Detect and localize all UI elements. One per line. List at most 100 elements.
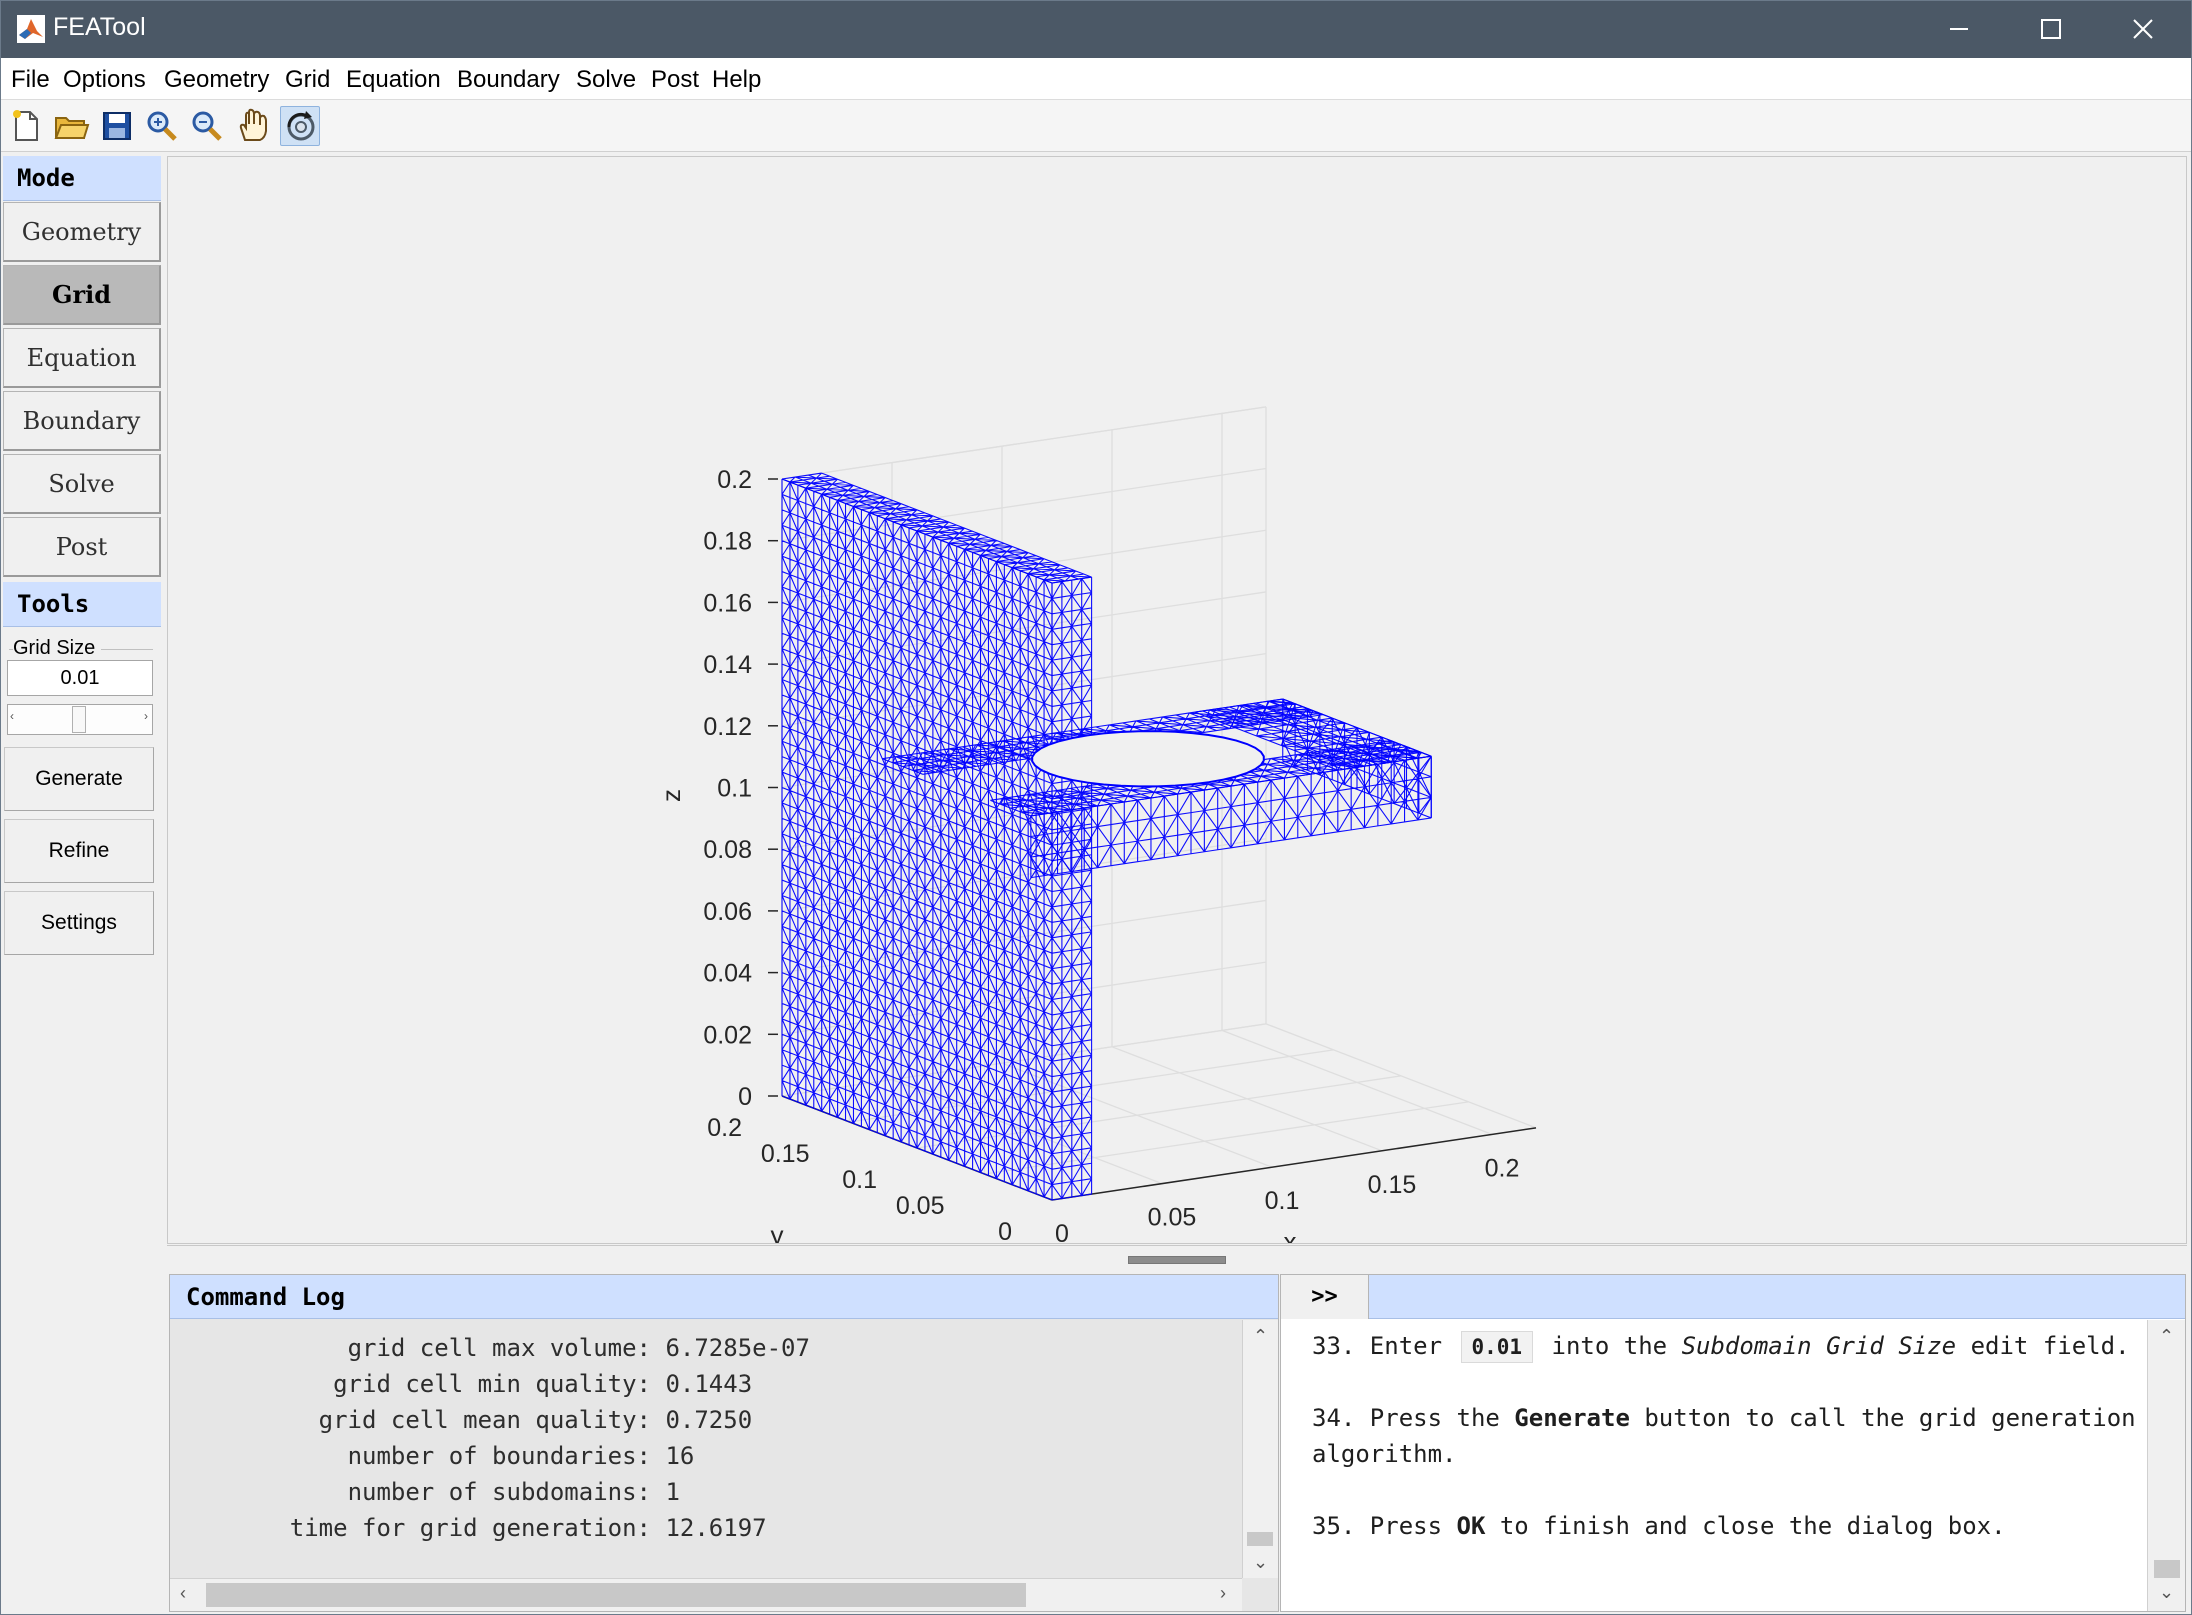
pan-hand-icon xyxy=(239,108,267,141)
scroll-down-icon[interactable]: ⌄ xyxy=(2159,1582,2174,1603)
mode-equation-button[interactable]: Equation xyxy=(3,328,161,388)
log-line: grid cell mean quality: 0.7250 xyxy=(170,1402,1242,1438)
mode-post-button[interactable]: Post xyxy=(3,517,161,577)
menu-post[interactable]: Post xyxy=(651,66,699,94)
command-log-vertical-scrollbar[interactable]: ⌃ ⌄ xyxy=(1242,1320,1278,1578)
new-button[interactable] xyxy=(6,106,46,146)
pan-button[interactable] xyxy=(233,106,273,146)
save-icon xyxy=(103,112,131,140)
help-vertical-scrollbar[interactable]: ⌃ ⌄ xyxy=(2147,1320,2185,1611)
x-tick-label: 0.05 xyxy=(1148,1204,1197,1232)
settings-button[interactable]: Settings xyxy=(4,891,154,955)
mode-solve-button[interactable]: Solve xyxy=(3,454,161,514)
scroll-down-icon[interactable]: ⌄ xyxy=(1253,1552,1268,1573)
scroll-thumb[interactable] xyxy=(2154,1560,2180,1578)
log-line: number of boundaries: 16 xyxy=(170,1438,1242,1474)
slider-thumb[interactable] xyxy=(72,706,86,733)
menu-geometry[interactable]: Geometry xyxy=(164,66,269,94)
z-tick-label: 0.18 xyxy=(703,528,752,556)
z-tick-label: 0.14 xyxy=(703,651,752,679)
mesh-3d-plot[interactable]: 0.2 0.18 0.16 0.14 0.12 0.1 0.08 0.06 0.04 0.02 0 0… xyxy=(168,157,2186,1243)
slider-right-arrow-icon[interactable]: › xyxy=(144,709,148,723)
window-title: FEATool xyxy=(53,13,146,41)
y-tick-label: 0.1 xyxy=(842,1166,877,1194)
help-header: >> xyxy=(1281,1275,2185,1319)
mode-boundary-button[interactable]: Boundary xyxy=(3,391,161,451)
menu-help[interactable]: Help xyxy=(712,66,761,94)
zoom-out-icon xyxy=(192,111,222,141)
command-log-text[interactable]: grid cell max volume: 6.7285e-07 grid cel… xyxy=(170,1320,1242,1578)
plate-side-mesh xyxy=(1051,576,1093,1201)
maximize-icon xyxy=(2041,19,2061,39)
help-step-34: 34. Press the Generate button to call th… xyxy=(1312,1400,2147,1472)
log-value: 0.7250 xyxy=(651,1406,753,1434)
zoom-out-button[interactable] xyxy=(187,106,227,146)
menu-equation[interactable]: Equation xyxy=(346,66,441,94)
menu-grid[interactable]: Grid xyxy=(285,66,330,94)
log-line: grid cell max volume: 6.7285e-07 xyxy=(170,1330,1242,1366)
minimize-icon xyxy=(1950,28,1968,30)
menu-solve[interactable]: Solve xyxy=(576,66,636,94)
log-label: grid cell min quality: xyxy=(333,1370,651,1398)
splitter-handle[interactable] xyxy=(1128,1256,1226,1264)
z-tick-label: 0.04 xyxy=(703,960,752,988)
grid-line xyxy=(916,1075,1402,1149)
help-emphasis: Subdomain Grid Size xyxy=(1681,1332,1957,1360)
arm-hole-rim xyxy=(1031,730,1265,788)
mode-geometry-button[interactable]: Geometry xyxy=(3,202,161,262)
refine-button[interactable]: Refine xyxy=(4,819,154,883)
log-value: 16 xyxy=(651,1442,695,1470)
command-log-title: Command Log xyxy=(170,1275,1278,1319)
toolbar xyxy=(1,100,2191,152)
log-value: 12.6197 xyxy=(651,1514,767,1542)
help-code-chip: 0.01 xyxy=(1460,1331,1534,1363)
z-tick-label: 0.1 xyxy=(717,775,752,803)
zoom-in-button[interactable] xyxy=(142,106,182,146)
open-button[interactable] xyxy=(51,106,91,146)
help-text[interactable]: 33. Enter 0.01 into the Subdomain Grid S… xyxy=(1281,1320,2147,1611)
help-text-part: to finish and close the dialog box. xyxy=(1499,1512,2006,1540)
log-label: time for grid generation: xyxy=(289,1514,651,1542)
menu-file[interactable]: File xyxy=(11,66,50,94)
menu-bar: File Options Geometry Grid Equation Boun… xyxy=(1,58,2191,100)
log-line: number of subdomains: 1 xyxy=(170,1474,1242,1510)
minimize-button[interactable] xyxy=(1913,1,2005,58)
grid-size-slider[interactable]: ‹ › xyxy=(7,704,153,735)
rotate-3d-button[interactable] xyxy=(280,106,320,146)
grid-size-input[interactable]: 0.01 xyxy=(7,660,153,696)
x-axis-label: x xyxy=(1284,1226,1297,1243)
menu-boundary[interactable]: Boundary xyxy=(457,66,560,94)
command-log-horizontal-scrollbar[interactable]: ‹ › xyxy=(170,1578,1242,1611)
y-tick-label: 0.15 xyxy=(761,1140,810,1168)
help-step-35: 35. Press OK to finish and close the dia… xyxy=(1312,1508,2147,1544)
help-toggle-button[interactable]: >> xyxy=(1281,1275,1369,1319)
left-sidebar: Mode Geometry Grid Equation Boundary Sol… xyxy=(1,154,163,1614)
axes-grid xyxy=(781,406,1537,1201)
close-button[interactable] xyxy=(2097,1,2189,58)
scroll-right-icon[interactable]: › xyxy=(1220,1583,1226,1604)
scroll-thumb[interactable] xyxy=(1247,1532,1273,1546)
scroll-up-icon[interactable]: ⌃ xyxy=(1253,1326,1268,1347)
help-text-part: 34. Press the xyxy=(1312,1404,1500,1432)
mode-grid-button[interactable]: Grid xyxy=(3,265,161,325)
y-axis-label: y xyxy=(771,1220,784,1243)
slider-left-arrow-icon[interactable]: ‹ xyxy=(10,709,14,723)
save-button[interactable] xyxy=(97,106,137,146)
plot-panel[interactable]: 0.2 0.18 0.16 0.14 0.12 0.1 0.08 0.06 0.04 0.02 0 0… xyxy=(167,156,2187,1244)
help-strong: Generate xyxy=(1514,1404,1630,1432)
zoom-in-icon xyxy=(147,111,177,141)
menu-options[interactable]: Options xyxy=(63,66,146,94)
maximize-button[interactable] xyxy=(2005,1,2097,58)
scroll-thumb[interactable] xyxy=(206,1583,1026,1607)
scroll-up-icon[interactable]: ⌃ xyxy=(2159,1326,2174,1347)
tools-header: Tools xyxy=(3,582,161,627)
help-text-part: 33. Enter xyxy=(1312,1332,1443,1360)
log-label: number of subdomains: xyxy=(347,1478,651,1506)
generate-button[interactable]: Generate xyxy=(4,747,154,811)
z-tick-label: 0.12 xyxy=(703,713,752,741)
z-tick-label: 0.06 xyxy=(703,898,752,926)
log-label: grid cell max volume: xyxy=(347,1334,651,1362)
help-text-part: 35. Press xyxy=(1312,1512,1443,1540)
grid-size-label: Grid Size xyxy=(13,637,102,660)
scroll-left-icon[interactable]: ‹ xyxy=(180,1583,186,1604)
